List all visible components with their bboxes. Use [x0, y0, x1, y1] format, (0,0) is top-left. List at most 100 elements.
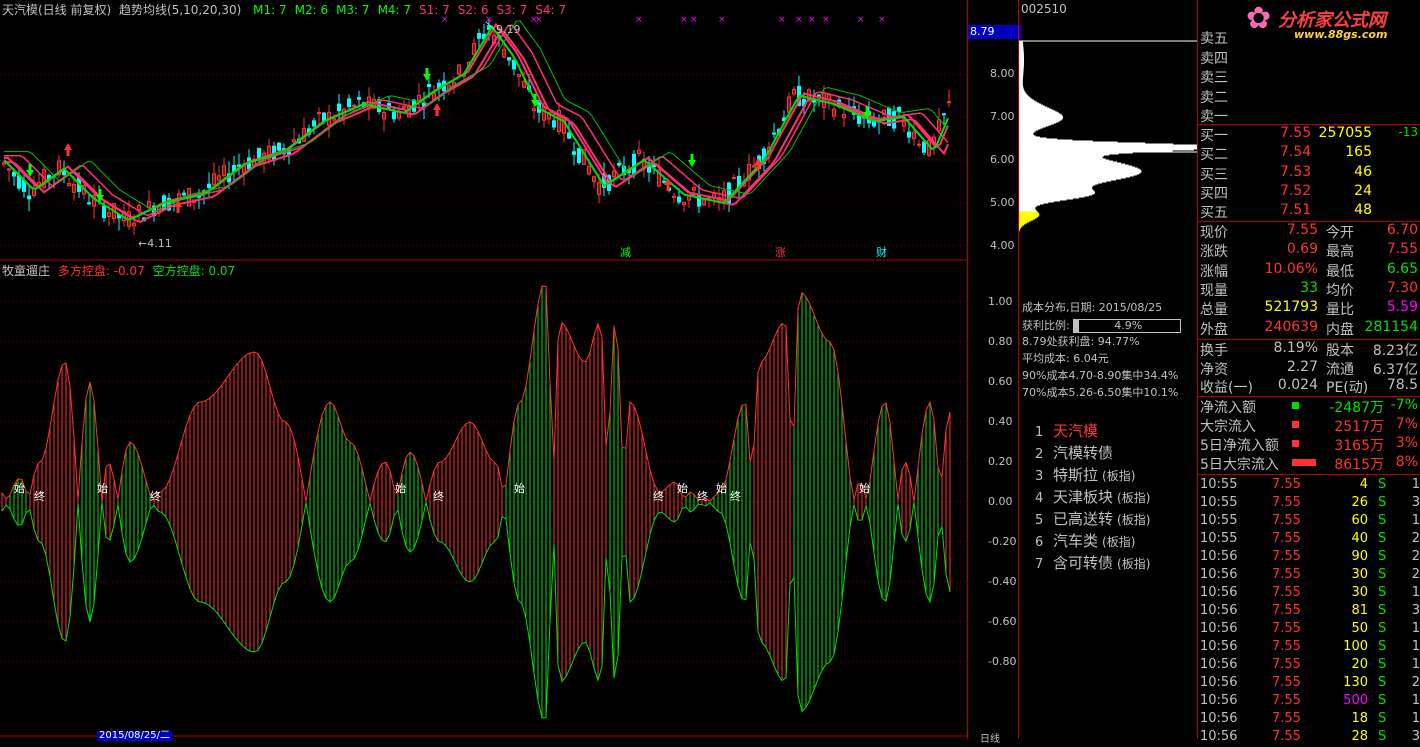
trade-row[interactable]: 10:56 7.55 20 S 1 — [1200, 657, 1420, 675]
trade-row[interactable]: 10:56 7.55 100 S 1 — [1200, 639, 1420, 657]
buy-order-label: 买一 — [1200, 128, 1228, 144]
candle-body — [352, 104, 356, 107]
event-label: 财 — [876, 245, 887, 259]
price-axis: 8.79 8.00 7.00 6.00 5.00 4.00 1.00 0.80 0.60 0.… — [967, 0, 1021, 745]
candle-body — [632, 153, 636, 176]
logo: ✿ 分析家公式网 www.88gs.com — [1198, 0, 1420, 42]
trade-row[interactable]: 10:55 7.55 4 S 1 — [1200, 477, 1420, 495]
sub-axis-label: -0.60 — [988, 615, 1017, 628]
trade-price: 7.55 — [1272, 495, 1301, 510]
quote-value: 281154 — [1364, 318, 1418, 335]
related-item[interactable]: 5 已高送转 (板指) — [1035, 508, 1150, 529]
candle-body — [577, 148, 581, 164]
buy-order-row: 买五 7.51 48 — [1200, 202, 1420, 221]
trade-row[interactable]: 10:56 7.55 81 S 3 — [1200, 603, 1420, 621]
signal-mark: 终 — [653, 489, 664, 503]
trade-count: 1 — [1411, 621, 1420, 636]
trade-row[interactable]: 10:56 7.55 130 S 2 — [1200, 675, 1420, 693]
related-item-number: 1 — [1035, 425, 1044, 440]
trade-row[interactable]: 10:56 7.55 28 S 3 — [1200, 729, 1420, 747]
quote-row: 现量 33 均价 7.30 — [1200, 280, 1420, 299]
quote-label: 均价 — [1326, 282, 1354, 299]
signal-mark: 终 — [34, 489, 45, 503]
trade-price: 7.55 — [1272, 603, 1301, 618]
flow-bar — [1292, 440, 1299, 447]
sell-order-row: 卖三 — [1200, 67, 1228, 86]
price-axis-label: 5.00 — [990, 196, 1015, 209]
candlestick-chart[interactable]: × × ×× × × × × × × × × × ×9.19←4.11减涨财始终始终始终始终始终始终始 — [0, 0, 967, 739]
related-item-number: 2 — [1035, 447, 1044, 462]
profit-ratio-row: 获利比例: 4.9% — [1022, 317, 1182, 333]
sub-axis-label: 0.00 — [988, 495, 1013, 508]
quote-value: 6.37亿 — [1372, 361, 1418, 378]
quote-value: 521793 — [1264, 299, 1318, 316]
related-item[interactable]: 1 天汽模 — [1035, 420, 1098, 441]
oscillator-envelope — [1, 285, 951, 503]
trade-row[interactable]: 10:56 7.55 90 S 2 — [1200, 549, 1420, 567]
trade-row[interactable]: 10:56 7.55 500 S 1 — [1200, 693, 1420, 711]
related-item[interactable]: 7 含可转债 (板指) — [1035, 552, 1150, 573]
long-control-label: 多方控盘: -0.07 — [57, 264, 145, 278]
flow-label: 净流入额 — [1200, 400, 1256, 416]
quote-label: 现量 — [1200, 282, 1228, 299]
quote-value: 6.65 — [1386, 260, 1418, 277]
ma-line — [3, 24, 949, 221]
signal-x-marker: × — [635, 15, 643, 25]
trade-count: 1 — [1411, 639, 1420, 654]
flower-icon: ✿ — [1246, 1, 1272, 36]
trade-row[interactable]: 10:55 7.55 40 S 2 — [1200, 531, 1420, 549]
high-mark: 9.19 — [496, 23, 521, 36]
candle-body — [772, 132, 776, 135]
buy-arrow-icon — [64, 143, 72, 156]
quote-label: PE(动) — [1326, 380, 1369, 396]
chart-area[interactable]: 天汽模(日线 前复权) 趋势均线(5,10,20,30) M1: 7 M2: 6M… — [0, 0, 967, 741]
related-item-name: 汽车类 — [1053, 532, 1099, 550]
signal-x-marker: × — [778, 15, 786, 25]
buy-order-row: 买二 7.54 165 — [1200, 144, 1420, 163]
related-item[interactable]: 6 汽车类 (板指) — [1035, 530, 1135, 551]
quote-row: 净资 2.27 流通 6.37亿 — [1200, 359, 1420, 378]
trade-row[interactable]: 10:56 7.55 30 S 2 — [1200, 567, 1420, 585]
quote-row: 现价 7.55 今开 6.70 — [1200, 222, 1420, 241]
related-item[interactable]: 3 特斯拉 (板指) — [1035, 464, 1135, 485]
quote-label: 股本 — [1326, 343, 1354, 359]
trade-row[interactable]: 10:56 7.55 50 S 1 — [1200, 621, 1420, 639]
trade-time: 10:56 — [1200, 729, 1238, 744]
trade-price: 7.55 — [1272, 531, 1301, 546]
related-item-tag: (板指) — [1117, 557, 1151, 571]
trade-row[interactable]: 10:55 7.55 60 S 1 — [1200, 513, 1420, 531]
quote-label: 量比 — [1326, 302, 1354, 319]
quote-value: 7.55 — [1386, 241, 1418, 258]
sub-axis-label: -0.40 — [988, 575, 1017, 588]
candle-body — [312, 120, 316, 127]
trade-time: 10:56 — [1200, 585, 1238, 600]
trade-row[interactable]: 10:56 7.55 30 S 1 — [1200, 585, 1420, 603]
trade-price: 7.55 — [1272, 477, 1301, 492]
candle-body — [922, 141, 926, 153]
related-item-name: 天津板块 — [1053, 488, 1114, 506]
flow-row: 净流入额 -2487万 -7% — [1200, 397, 1420, 416]
candle-body — [892, 111, 896, 129]
quote-value: 6.70 — [1386, 222, 1418, 238]
related-item[interactable]: 2 汽模转债 — [1035, 442, 1113, 463]
quote-label: 今开 — [1326, 225, 1354, 241]
quote-value: 33 — [1300, 279, 1318, 296]
trade-side: S — [1378, 495, 1387, 510]
trade-volume: 81 — [1351, 603, 1368, 618]
profit-ratio-fill — [1074, 320, 1080, 332]
quote-label: 最低 — [1326, 263, 1354, 280]
separator — [1198, 474, 1420, 475]
related-item-number: 7 — [1035, 557, 1044, 572]
trade-row[interactable]: 10:55 7.55 26 S 3 — [1200, 495, 1420, 513]
avg-cost: 平均成本: 6.04元 — [1022, 352, 1109, 365]
quote-value: 7.30 — [1386, 279, 1418, 296]
quote-label: 净资 — [1200, 361, 1228, 378]
candle-body — [182, 192, 186, 196]
trade-row[interactable]: 10:56 7.55 18 S 1 — [1200, 711, 1420, 729]
related-item[interactable]: 4 天津板块 (板指) — [1035, 486, 1150, 507]
candle-body — [427, 83, 431, 88]
related-item-number: 6 — [1035, 535, 1044, 550]
event-label: 涨 — [775, 246, 786, 259]
related-item-name: 天汽模 — [1053, 422, 1099, 440]
flow-row: 5日大宗流入 8615万 8% — [1200, 454, 1420, 473]
